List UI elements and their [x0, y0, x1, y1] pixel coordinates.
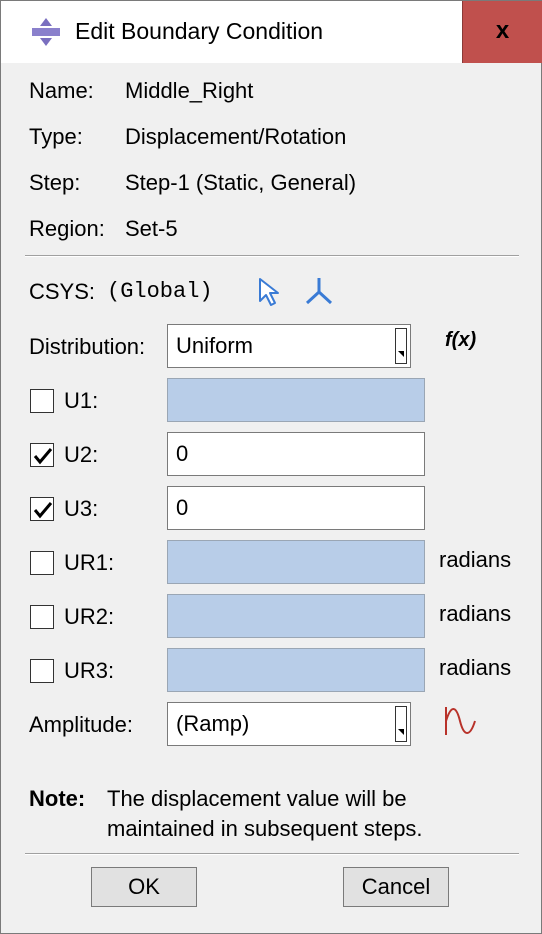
distribution-value: Uniform — [176, 333, 254, 358]
ur1-checkbox[interactable] — [30, 551, 54, 575]
name-label: Name: — [29, 78, 94, 103]
ur2-unit: radians — [439, 601, 512, 626]
u3-label: U3: — [64, 496, 99, 521]
separator — [25, 255, 519, 257]
boundary-condition-app-icon — [32, 18, 60, 46]
name-value: Middle_Right — [125, 78, 254, 103]
close-button[interactable]: x — [462, 1, 542, 63]
ok-button[interactable]: OK — [91, 867, 197, 907]
u1-checkbox[interactable] — [30, 389, 54, 413]
type-value: Displacement/Rotation — [125, 124, 347, 149]
csys-value: (Global) — [107, 279, 213, 304]
ur2-checkbox[interactable] — [30, 605, 54, 629]
ur3-checkbox[interactable] — [30, 659, 54, 683]
amplitude-wave-icon[interactable] — [443, 705, 479, 737]
check-icon — [33, 502, 53, 519]
cancel-button[interactable]: Cancel — [343, 867, 449, 907]
check-icon — [33, 448, 53, 465]
u1-field[interactable] — [167, 378, 425, 422]
ur3-label: UR3: — [64, 658, 115, 683]
select-arrow-icon[interactable] — [257, 277, 283, 307]
step-label: Step: — [29, 170, 81, 195]
chevron-down-icon[interactable] — [395, 328, 407, 364]
window-title: Edit Boundary Condition — [75, 18, 324, 44]
u3-field[interactable]: 0 — [167, 486, 425, 530]
amplitude-label: Amplitude: — [29, 712, 133, 737]
ur2-field[interactable] — [167, 594, 425, 638]
u2-label: U2: — [64, 442, 99, 467]
ur2-label: UR2: — [64, 604, 115, 629]
ur1-label: UR1: — [64, 550, 115, 575]
csys-axes-icon[interactable] — [303, 275, 335, 307]
csys-label: CSYS: — [29, 279, 96, 304]
ur1-field[interactable] — [167, 540, 425, 584]
title-bar[interactable]: Edit Boundary Condition x — [1, 1, 542, 63]
note-line-1: The displacement value will be — [107, 786, 407, 811]
note-label: Note: — [29, 786, 86, 811]
dialog-window: Edit Boundary Condition x Name: Middle_R… — [0, 0, 542, 934]
region-value: Set-5 — [125, 216, 178, 241]
note-line-2: maintained in subsequent steps. — [107, 816, 423, 841]
step-value: Step-1 (Static, General) — [125, 170, 357, 195]
ur3-field[interactable] — [167, 648, 425, 692]
chevron-down-icon[interactable] — [395, 706, 407, 742]
function-button[interactable]: f(x) — [445, 329, 476, 352]
distribution-select[interactable]: Uniform — [167, 324, 411, 368]
ur1-unit: radians — [439, 547, 512, 572]
distribution-label: Distribution: — [29, 334, 146, 359]
ur3-unit: radians — [439, 655, 512, 680]
region-label: Region: — [29, 216, 105, 241]
type-label: Type: — [29, 124, 83, 149]
u3-checkbox[interactable] — [30, 497, 54, 521]
u2-checkbox[interactable] — [30, 443, 54, 467]
u1-label: U1: — [64, 388, 99, 413]
u2-field[interactable]: 0 — [167, 432, 425, 476]
amplitude-value: (Ramp) — [176, 711, 250, 736]
amplitude-select[interactable]: (Ramp) — [167, 702, 411, 746]
separator — [25, 853, 519, 855]
